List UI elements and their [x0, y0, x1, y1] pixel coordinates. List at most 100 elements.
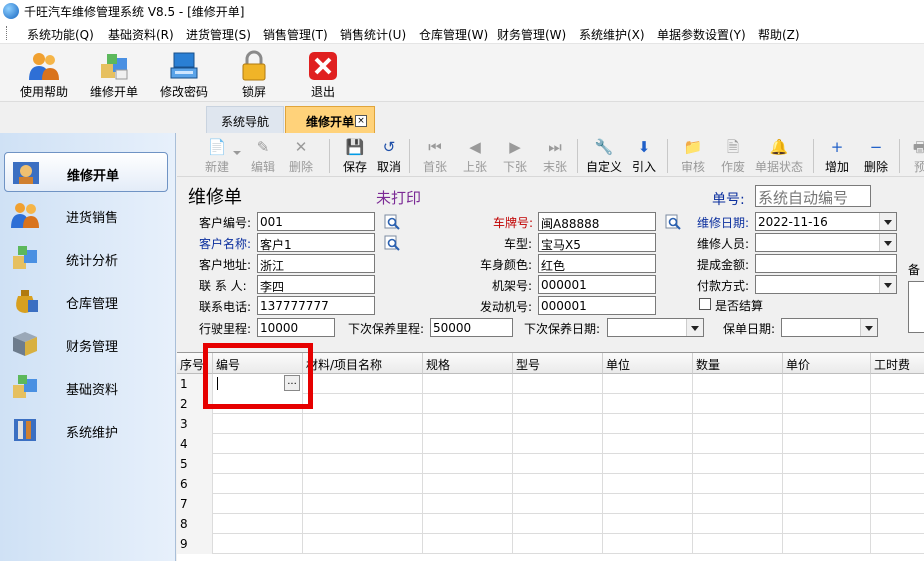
cell-model[interactable] — [513, 494, 603, 514]
import-button[interactable]: ⬇ 引入 — [627, 136, 661, 176]
cell-unit[interactable] — [603, 494, 693, 514]
repairer-chevron-down-icon[interactable] — [884, 241, 892, 246]
cell-qty[interactable] — [693, 434, 783, 454]
prev-button[interactable]: ◀ 上张 — [457, 136, 493, 176]
model-field[interactable]: 宝马X5 — [538, 233, 656, 252]
cell-qty[interactable] — [693, 474, 783, 494]
customer-name-lookup-icon[interactable] — [384, 235, 400, 251]
cell-spec[interactable] — [423, 434, 513, 454]
cell-labor-fee[interactable] — [871, 494, 924, 514]
cell-material-name[interactable] — [303, 434, 423, 454]
remark-field[interactable] — [908, 281, 924, 333]
doc-status-button[interactable]: 🔔 单据状态 — [751, 136, 807, 176]
cell-material-name[interactable] — [303, 374, 423, 394]
menu-maintenance[interactable]: 系统维护(X) — [579, 26, 645, 43]
cancel-button[interactable]: ↺ 取消 — [375, 136, 403, 176]
cell-price[interactable] — [783, 474, 871, 494]
column-header-qty[interactable]: 数量 — [693, 353, 783, 374]
cell-unit[interactable] — [603, 394, 693, 414]
customer-addr-field[interactable]: 浙江 — [257, 254, 375, 273]
table-row[interactable]: 4 — [177, 434, 924, 454]
sidebar-item-purchase-sales[interactable]: 进货销售 — [4, 195, 168, 235]
cell-labor-fee[interactable] — [871, 454, 924, 474]
cell-spec[interactable] — [423, 474, 513, 494]
cell-material-name[interactable] — [303, 514, 423, 534]
exit-button[interactable]: 退出 — [291, 46, 355, 100]
frame-field[interactable]: 000001 — [538, 275, 656, 294]
cell-labor-fee[interactable] — [871, 474, 924, 494]
cell-price[interactable] — [783, 394, 871, 414]
delete-button[interactable]: ✕ 删除 — [281, 136, 321, 176]
column-header-labor-fee[interactable]: 工时费 — [871, 353, 924, 374]
column-header-price[interactable]: 单价 — [783, 353, 871, 374]
cell-price[interactable] — [783, 454, 871, 474]
preview-button[interactable]: 🖶 预 — [905, 136, 924, 176]
menu-help[interactable]: 帮助(Z) — [758, 26, 800, 43]
cell-code[interactable] — [213, 454, 303, 474]
table-row[interactable]: 8 — [177, 514, 924, 534]
tab-system-nav[interactable]: 系统导航 — [206, 106, 284, 133]
commission-field[interactable] — [755, 254, 897, 273]
cell-spec[interactable] — [423, 374, 513, 394]
audit-button[interactable]: 📁 审核 — [675, 136, 711, 176]
cell-spec[interactable] — [423, 534, 513, 554]
sidebar-item-repair-order[interactable]: 维修开单 — [4, 152, 168, 192]
cell-labor-fee[interactable] — [871, 434, 924, 454]
cell-material-name[interactable] — [303, 414, 423, 434]
cell-qty[interactable] — [693, 534, 783, 554]
help-button[interactable]: 使用帮助 — [12, 46, 76, 100]
add-row-button[interactable]: + 增加 — [819, 136, 855, 176]
cell-code[interactable] — [213, 414, 303, 434]
table-row[interactable]: 7 — [177, 494, 924, 514]
warranty-field[interactable] — [781, 318, 878, 337]
cell-qty[interactable] — [693, 414, 783, 434]
table-row[interactable]: 3 — [177, 414, 924, 434]
warranty-chevron-down-icon[interactable] — [865, 326, 873, 331]
cell-model[interactable] — [513, 394, 603, 414]
cell-price[interactable] — [783, 514, 871, 534]
cell-model[interactable] — [513, 374, 603, 394]
cell-qty[interactable] — [693, 514, 783, 534]
sidebar-item-basic-data[interactable]: 基础资料 — [4, 367, 168, 407]
customize-button[interactable]: 🔧 自定义 — [583, 136, 625, 176]
next-date-field[interactable] — [607, 318, 704, 337]
cell-qty[interactable] — [693, 454, 783, 474]
tab-repair-order[interactable]: 维修开单 × — [285, 106, 375, 133]
contact-field[interactable]: 李四 — [257, 275, 375, 294]
menu-basic-data[interactable]: 基础资料(R) — [108, 26, 174, 43]
cell-model[interactable] — [513, 454, 603, 474]
cell-unit[interactable] — [603, 454, 693, 474]
column-header-material-name[interactable]: 材料/项目名称 — [303, 353, 423, 374]
menu-sales[interactable]: 销售管理(T) — [263, 26, 328, 43]
menu-finance[interactable]: 财务管理(W) — [497, 26, 566, 43]
new-dropdown-chevron-down-icon[interactable] — [233, 151, 241, 155]
repair-date-chevron-down-icon[interactable] — [884, 220, 892, 225]
cell-code[interactable] — [213, 474, 303, 494]
cell-price[interactable] — [783, 374, 871, 394]
cell-qty[interactable] — [693, 494, 783, 514]
cell-labor-fee[interactable] — [871, 394, 924, 414]
cell-code[interactable] — [213, 494, 303, 514]
menu-purchase[interactable]: 进货管理(S) — [186, 26, 251, 43]
cell-qty[interactable] — [693, 374, 783, 394]
cell-material-name[interactable] — [303, 474, 423, 494]
cell-material-name[interactable] — [303, 454, 423, 474]
lock-screen-button[interactable]: 锁屏 — [222, 46, 286, 100]
payment-chevron-down-icon[interactable] — [884, 283, 892, 288]
cell-model[interactable] — [513, 434, 603, 454]
menu-warehouse[interactable]: 仓库管理(W) — [419, 26, 488, 43]
next-date-chevron-down-icon[interactable] — [691, 326, 699, 331]
cell-material-name[interactable] — [303, 494, 423, 514]
sidebar-item-finance[interactable]: 财务管理 — [4, 324, 168, 364]
save-button[interactable]: 💾 保存 — [337, 136, 373, 176]
cell-labor-fee[interactable] — [871, 534, 924, 554]
menu-doc-params[interactable]: 单据参数设置(Y) — [657, 26, 746, 43]
cell-spec[interactable] — [423, 414, 513, 434]
menu-system[interactable]: 系统功能(Q) — [27, 26, 94, 43]
cell-price[interactable] — [783, 434, 871, 454]
column-header-model[interactable]: 型号 — [513, 353, 603, 374]
menu-sales-stats[interactable]: 销售统计(U) — [340, 26, 406, 43]
cell-material-name[interactable] — [303, 534, 423, 554]
customer-code-field[interactable]: 001 — [257, 212, 375, 231]
first-button[interactable]: ⏮ 首张 — [417, 136, 453, 176]
